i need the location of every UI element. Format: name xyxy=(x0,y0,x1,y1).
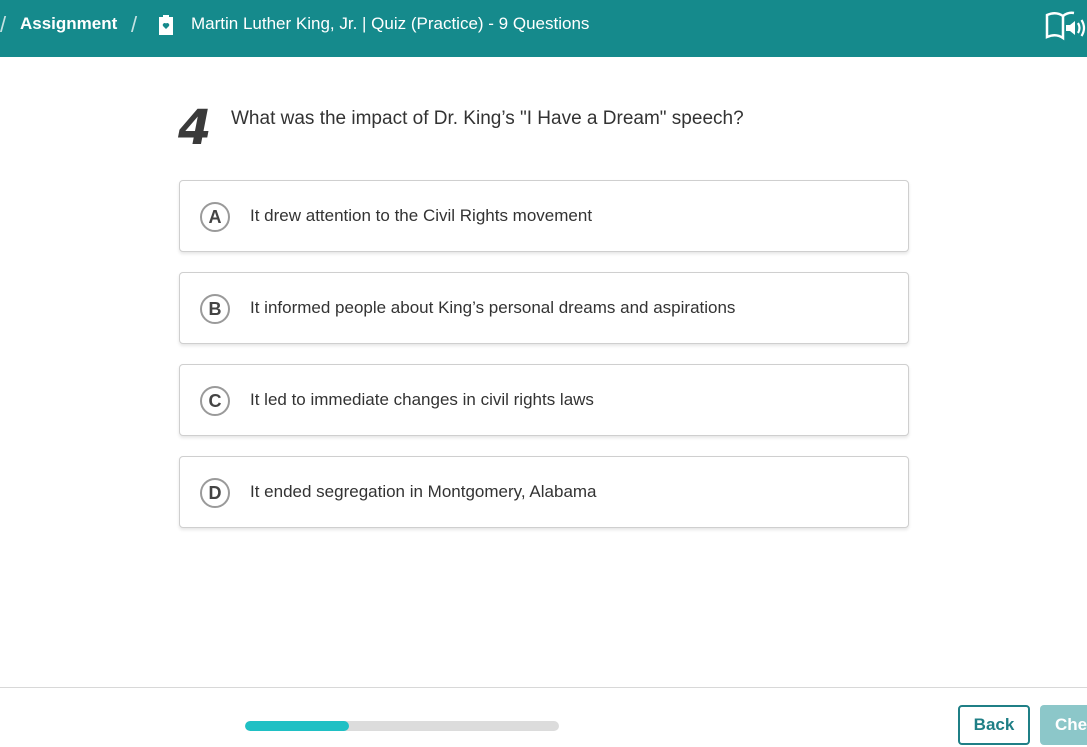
option-letter: B xyxy=(200,294,230,324)
option-letter: A xyxy=(200,202,230,232)
option-text: It drew attention to the Civil Rights mo… xyxy=(250,206,593,225)
back-button[interactable]: Back xyxy=(958,705,1030,745)
read-aloud-icon xyxy=(1044,11,1087,50)
quiz-progress-bar xyxy=(245,721,559,731)
breadcrumb-separator: / xyxy=(0,12,7,37)
breadcrumb-assignment-link[interactable]: Assignment xyxy=(20,14,117,34)
top-bar: / Assignment / Martin Luther King, Jr. |… xyxy=(0,0,1087,57)
answer-option-c[interactable]: C It led to immediate changes in civil r… xyxy=(179,364,909,436)
quiz-progress-fill xyxy=(245,721,349,731)
answer-option-a[interactable]: A It drew attention to the Civil Rights … xyxy=(179,180,909,252)
check-button[interactable]: Che xyxy=(1040,705,1087,745)
quiz-title: Martin Luther King, Jr. | Quiz (Practice… xyxy=(191,14,590,33)
option-text: It led to immediate changes in civil rig… xyxy=(250,390,594,409)
option-text: It informed people about King’s personal… xyxy=(250,298,736,317)
question-text: What was the impact of Dr. King’s "I Hav… xyxy=(231,108,744,129)
page: / Assignment / Martin Luther King, Jr. |… xyxy=(0,0,1087,747)
question-number: 4 xyxy=(178,100,212,156)
breadcrumb-separator: / xyxy=(131,12,138,37)
quiz-bookmark-icon xyxy=(157,14,175,36)
option-letter: C xyxy=(200,386,230,416)
answer-option-d[interactable]: D It ended segregation in Montgomery, Al… xyxy=(179,456,909,528)
read-aloud-button[interactable] xyxy=(1044,6,1087,46)
option-text: It ended segregation in Montgomery, Alab… xyxy=(250,482,597,501)
footer-bar: Back Che xyxy=(0,687,1087,747)
answer-option-b[interactable]: B It informed people about King’s person… xyxy=(179,272,909,344)
option-letter: D xyxy=(200,478,230,508)
